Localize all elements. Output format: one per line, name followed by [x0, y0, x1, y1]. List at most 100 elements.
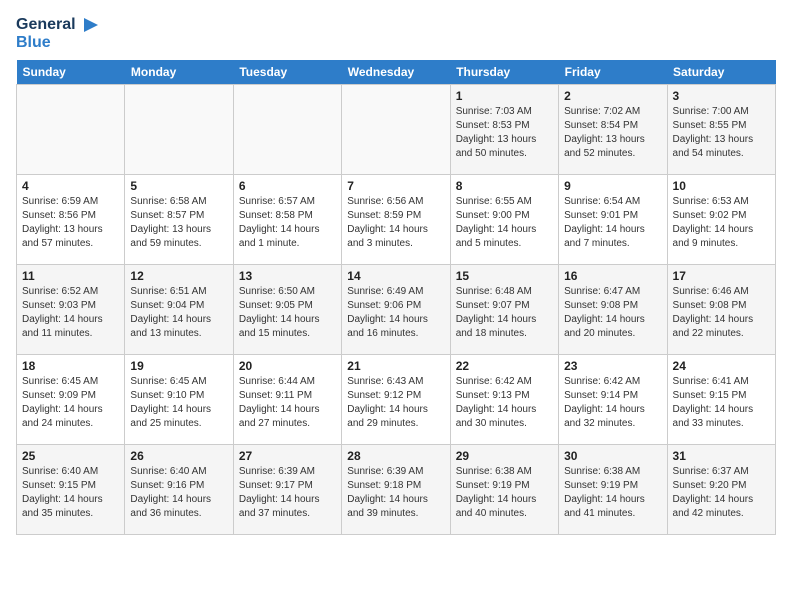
day-info: Sunrise: 6:40 AM Sunset: 9:15 PM Dayligh…: [22, 465, 119, 521]
day-info: Sunrise: 6:39 AM Sunset: 9:18 PM Dayligh…: [347, 465, 444, 521]
calendar-cell: 14 Sunrise: 6:49 AM Sunset: 9:06 PM Dayli…: [342, 264, 450, 354]
day-info: Sunrise: 6:56 AM Sunset: 8:59 PM Dayligh…: [347, 195, 444, 251]
day-info: Sunrise: 6:45 AM Sunset: 9:10 PM Dayligh…: [130, 375, 227, 431]
calendar-week-3: 11Sunrise: 6:52 AM Sunset: 9:03 PM Dayli…: [17, 264, 776, 354]
calendar-cell: 10 Sunrise: 6:53 AM Sunset: 9:02 PM Dayli…: [667, 174, 775, 264]
calendar-header: SundayMondayTuesdayWednesdayThursdayFrid…: [17, 60, 776, 85]
day-info: Sunrise: 6:57 AM Sunset: 8:58 PM Dayligh…: [239, 195, 336, 251]
day-info: Sunrise: 6:47 AM Sunset: 9:08 PM Dayligh…: [564, 285, 661, 341]
weekday-header-friday: Friday: [559, 60, 667, 85]
calendar-cell: 31Sunrise: 6:37 AM Sunset: 9:20 PM Dayli…: [667, 444, 775, 534]
day-info: Sunrise: 6:40 AM Sunset: 9:16 PM Dayligh…: [130, 465, 227, 521]
day-info: Sunrise: 6:46 AM Sunset: 9:08 PM Dayligh…: [673, 285, 770, 341]
day-number: 24: [673, 359, 770, 373]
day-number: 21: [347, 359, 444, 373]
calendar-cell: 22 Sunrise: 6:42 AM Sunset: 9:13 PM Dayli…: [450, 354, 558, 444]
day-number: 22: [456, 359, 553, 373]
day-info: Sunrise: 7:00 AM Sunset: 8:55 PM Dayligh…: [673, 105, 770, 161]
day-number: 9: [564, 179, 661, 193]
calendar-cell: 1 Sunrise: 7:03 AM Sunset: 8:53 PM Daylig…: [450, 84, 558, 174]
calendar-cell: 3 Sunrise: 7:00 AM Sunset: 8:55 PM Daylig…: [667, 84, 775, 174]
calendar-cell: 20 Sunrise: 6:44 AM Sunset: 9:11 PM Dayli…: [233, 354, 341, 444]
day-number: 3: [673, 89, 770, 103]
calendar-cell: 15 Sunrise: 6:48 AM Sunset: 9:07 PM Dayli…: [450, 264, 558, 354]
weekday-header-monday: Monday: [125, 60, 233, 85]
calendar-cell: 9 Sunrise: 6:54 AM Sunset: 9:01 PM Daylig…: [559, 174, 667, 264]
day-number: 30: [564, 449, 661, 463]
day-info: Sunrise: 6:42 AM Sunset: 9:13 PM Dayligh…: [456, 375, 553, 431]
day-number: 29: [456, 449, 553, 463]
calendar-cell: 18Sunrise: 6:45 AM Sunset: 9:09 PM Dayli…: [17, 354, 125, 444]
calendar-cell: 2 Sunrise: 7:02 AM Sunset: 8:54 PM Daylig…: [559, 84, 667, 174]
day-info: Sunrise: 6:49 AM Sunset: 9:06 PM Dayligh…: [347, 285, 444, 341]
calendar-cell: 29 Sunrise: 6:38 AM Sunset: 9:19 PM Dayli…: [450, 444, 558, 534]
day-number: 7: [347, 179, 444, 193]
day-number: 13: [239, 269, 336, 283]
day-number: 16: [564, 269, 661, 283]
page-header: General Blue: [16, 16, 776, 52]
day-number: 28: [347, 449, 444, 463]
calendar-cell: 7 Sunrise: 6:56 AM Sunset: 8:59 PM Daylig…: [342, 174, 450, 264]
calendar-cell: 5Sunrise: 6:58 AM Sunset: 8:57 PM Daylig…: [125, 174, 233, 264]
calendar-cell: 8 Sunrise: 6:55 AM Sunset: 9:00 PM Daylig…: [450, 174, 558, 264]
day-info: Sunrise: 7:02 AM Sunset: 8:54 PM Dayligh…: [564, 105, 661, 161]
day-number: 14: [347, 269, 444, 283]
calendar-cell: [342, 84, 450, 174]
calendar-cell: 17 Sunrise: 6:46 AM Sunset: 9:08 PM Dayli…: [667, 264, 775, 354]
day-info: Sunrise: 6:38 AM Sunset: 9:19 PM Dayligh…: [456, 465, 553, 521]
calendar-week-5: 25Sunrise: 6:40 AM Sunset: 9:15 PM Dayli…: [17, 444, 776, 534]
calendar-week-4: 18Sunrise: 6:45 AM Sunset: 9:09 PM Dayli…: [17, 354, 776, 444]
calendar-cell: 24 Sunrise: 6:41 AM Sunset: 9:15 PM Dayli…: [667, 354, 775, 444]
calendar-week-1: 1 Sunrise: 7:03 AM Sunset: 8:53 PM Daylig…: [17, 84, 776, 174]
calendar-cell: [233, 84, 341, 174]
weekday-header-tuesday: Tuesday: [233, 60, 341, 85]
day-number: 26: [130, 449, 227, 463]
day-number: 23: [564, 359, 661, 373]
day-number: 4: [22, 179, 119, 193]
calendar-body: 1 Sunrise: 7:03 AM Sunset: 8:53 PM Daylig…: [17, 84, 776, 534]
day-info: Sunrise: 6:48 AM Sunset: 9:07 PM Dayligh…: [456, 285, 553, 341]
weekday-header-thursday: Thursday: [450, 60, 558, 85]
day-info: Sunrise: 6:45 AM Sunset: 9:09 PM Dayligh…: [22, 375, 119, 431]
day-number: 1: [456, 89, 553, 103]
day-number: 31: [673, 449, 770, 463]
day-number: 27: [239, 449, 336, 463]
calendar-cell: 19 Sunrise: 6:45 AM Sunset: 9:10 PM Dayli…: [125, 354, 233, 444]
day-info: Sunrise: 6:51 AM Sunset: 9:04 PM Dayligh…: [130, 285, 227, 341]
day-info: Sunrise: 6:59 AM Sunset: 8:56 PM Dayligh…: [22, 195, 119, 251]
day-number: 2: [564, 89, 661, 103]
day-number: 20: [239, 359, 336, 373]
weekday-header-saturday: Saturday: [667, 60, 775, 85]
calendar-cell: 30Sunrise: 6:38 AM Sunset: 9:19 PM Dayli…: [559, 444, 667, 534]
day-number: 19: [130, 359, 227, 373]
day-number: 17: [673, 269, 770, 283]
logo-text: General Blue: [16, 16, 98, 52]
day-number: 8: [456, 179, 553, 193]
day-info: Sunrise: 6:54 AM Sunset: 9:01 PM Dayligh…: [564, 195, 661, 251]
calendar-cell: 23 Sunrise: 6:42 AM Sunset: 9:14 PM Dayli…: [559, 354, 667, 444]
day-info: Sunrise: 6:55 AM Sunset: 9:00 PM Dayligh…: [456, 195, 553, 251]
weekday-header-sunday: Sunday: [17, 60, 125, 85]
calendar-cell: 4 Sunrise: 6:59 AM Sunset: 8:56 PM Daylig…: [17, 174, 125, 264]
calendar-cell: 12 Sunrise: 6:51 AM Sunset: 9:04 PM Dayli…: [125, 264, 233, 354]
day-number: 6: [239, 179, 336, 193]
day-info: Sunrise: 6:44 AM Sunset: 9:11 PM Dayligh…: [239, 375, 336, 431]
calendar-table: SundayMondayTuesdayWednesdayThursdayFrid…: [16, 60, 776, 535]
day-info: Sunrise: 6:52 AM Sunset: 9:03 PM Dayligh…: [22, 285, 119, 341]
day-number: 10: [673, 179, 770, 193]
day-info: Sunrise: 6:43 AM Sunset: 9:12 PM Dayligh…: [347, 375, 444, 431]
day-info: Sunrise: 7:03 AM Sunset: 8:53 PM Dayligh…: [456, 105, 553, 161]
logo: General Blue: [16, 16, 98, 52]
day-number: 5: [130, 179, 227, 193]
calendar-week-2: 4 Sunrise: 6:59 AM Sunset: 8:56 PM Daylig…: [17, 174, 776, 264]
day-info: Sunrise: 6:41 AM Sunset: 9:15 PM Dayligh…: [673, 375, 770, 431]
calendar-cell: 6 Sunrise: 6:57 AM Sunset: 8:58 PM Daylig…: [233, 174, 341, 264]
day-number: 15: [456, 269, 553, 283]
calendar-cell: 25Sunrise: 6:40 AM Sunset: 9:15 PM Dayli…: [17, 444, 125, 534]
calendar-cell: 27Sunrise: 6:39 AM Sunset: 9:17 PM Dayli…: [233, 444, 341, 534]
day-info: Sunrise: 6:53 AM Sunset: 9:02 PM Dayligh…: [673, 195, 770, 251]
day-number: 12: [130, 269, 227, 283]
calendar-cell: 16 Sunrise: 6:47 AM Sunset: 9:08 PM Dayli…: [559, 264, 667, 354]
calendar-cell: [17, 84, 125, 174]
day-info: Sunrise: 6:42 AM Sunset: 9:14 PM Dayligh…: [564, 375, 661, 431]
